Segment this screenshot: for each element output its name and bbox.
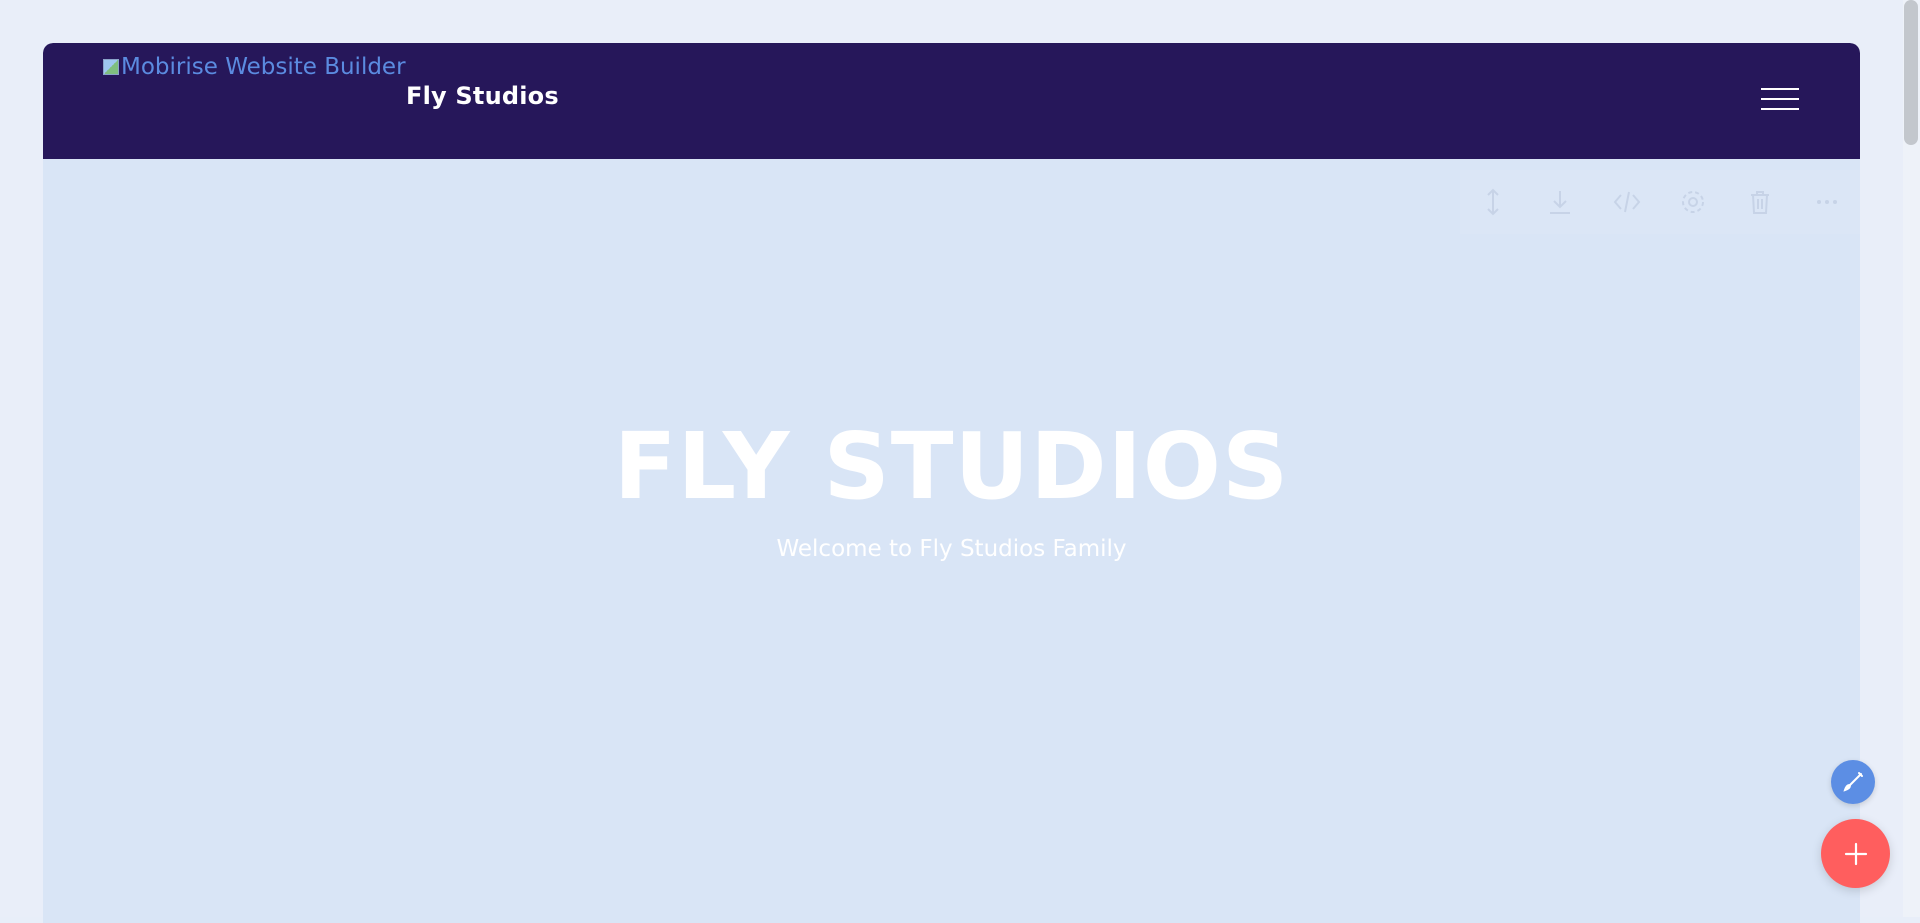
block-toolbar	[1460, 170, 1860, 234]
editor-viewport: Mobirise Website Builder Fly Studios FLY…	[0, 0, 1903, 923]
brand-name[interactable]: Fly Studios	[406, 82, 559, 110]
brush-icon[interactable]	[1831, 760, 1875, 804]
move-updown-icon[interactable]	[1460, 170, 1527, 234]
navbar: Mobirise Website Builder Fly Studios	[43, 43, 1860, 159]
code-icon[interactable]	[1593, 170, 1660, 234]
gear-icon[interactable]	[1660, 170, 1727, 234]
plus-icon[interactable]	[1821, 819, 1890, 888]
broken-image-icon	[103, 59, 119, 75]
hero-title[interactable]: FLY STUDIOS	[43, 413, 1860, 520]
hamburger-line	[1761, 108, 1799, 110]
site-page: Mobirise Website Builder Fly Studios FLY…	[43, 43, 1860, 923]
hamburger-line	[1761, 98, 1799, 100]
logo-alt-text: Mobirise Website Builder	[121, 54, 406, 80]
more-icon[interactable]	[1793, 170, 1860, 234]
download-icon[interactable]	[1527, 170, 1594, 234]
hero-subtitle[interactable]: Welcome to Fly Studios Family	[43, 536, 1860, 562]
hamburger-menu-icon[interactable]	[1761, 87, 1799, 112]
hamburger-line	[1761, 88, 1799, 90]
scrollbar-thumb[interactable]	[1904, 0, 1918, 145]
site-logo[interactable]: Mobirise Website Builder	[103, 54, 406, 80]
trash-icon[interactable]	[1727, 170, 1794, 234]
